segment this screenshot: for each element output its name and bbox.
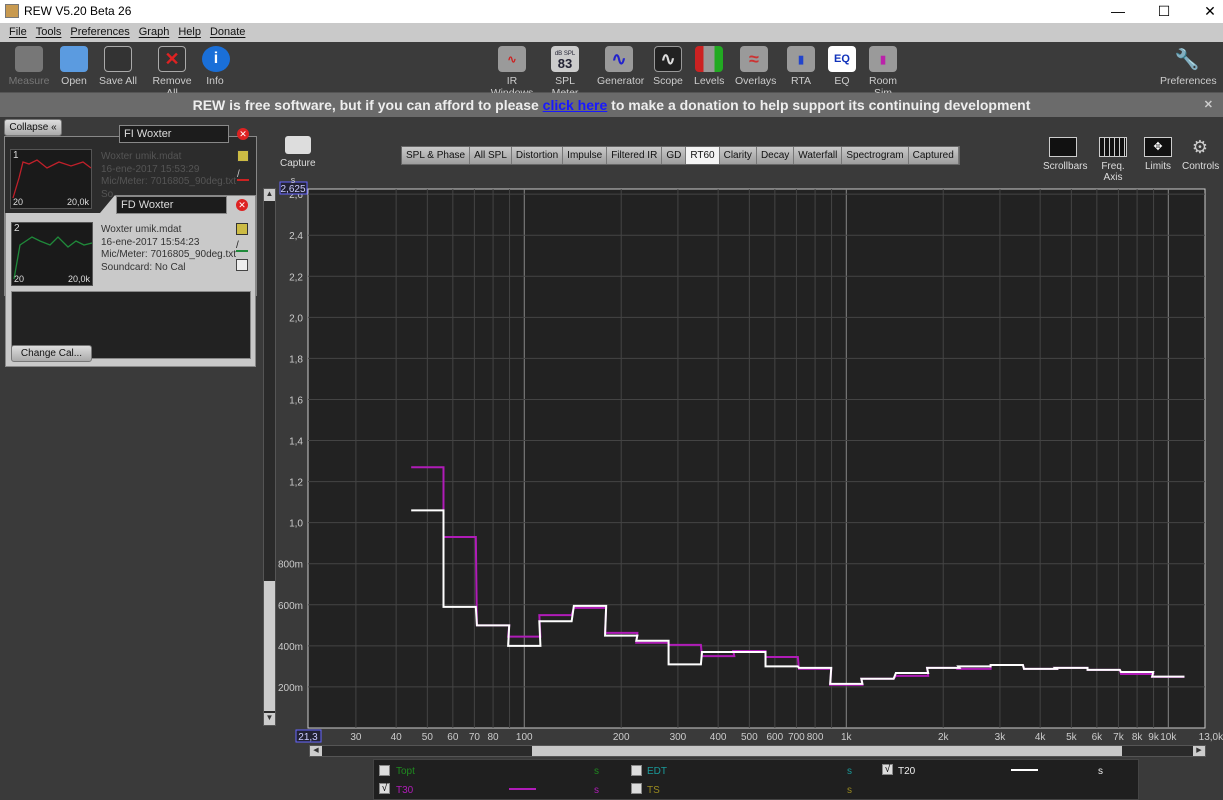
y-tick-label: 1,6	[289, 395, 303, 406]
y-tick-label: 1,4	[289, 437, 303, 448]
x-tick-label: 400	[710, 732, 727, 743]
t30-checkbox[interactable]: √	[379, 783, 390, 794]
t30-line-swatch	[509, 788, 536, 790]
x-tick-label: 8k	[1132, 732, 1144, 743]
x-tick-label: 3k	[995, 732, 1007, 743]
y-tick-label: 1,8	[289, 354, 303, 365]
y-tick-label: 200m	[278, 683, 303, 694]
horizontal-scrollbar[interactable]: ◀ ▶	[309, 745, 1206, 757]
y-tick-label: 800m	[278, 560, 303, 571]
t20-line-swatch	[1011, 769, 1038, 771]
topt-label: Topt	[396, 766, 415, 777]
scroll-right-icon[interactable]: ▶	[1193, 746, 1205, 756]
y-max-label: 2,625	[280, 184, 305, 195]
y-unit-label: s	[291, 175, 296, 185]
x-tick-label: 30	[350, 732, 362, 743]
x-tick-label: 70	[469, 732, 481, 743]
x-tick-label: 40	[391, 732, 403, 743]
x-tick-label: 5k	[1066, 732, 1078, 743]
x-tick-label: 13,0kHz	[1199, 732, 1223, 743]
x-tick-label: 800	[807, 732, 824, 743]
x-tick-label: 100	[516, 732, 533, 743]
y-tick-label: 2,0	[289, 313, 303, 324]
y-tick-label: 2,4	[289, 231, 303, 242]
t30-label: T30	[396, 785, 414, 796]
x-tick-label: 4k	[1035, 732, 1047, 743]
x-tick-label: 6k	[1092, 732, 1104, 743]
x-tick-label: 10k	[1160, 732, 1177, 743]
x-tick-label: 500	[741, 732, 758, 743]
x-tick-label: 700	[788, 732, 805, 743]
y-tick-label: 2,2	[289, 272, 303, 283]
ts-unit: s	[847, 785, 852, 796]
x-tick-label: 80	[488, 732, 500, 743]
x-min-label: 21,3	[298, 732, 318, 743]
x-tick-label: 2k	[938, 732, 950, 743]
x-tick-label: 7k	[1113, 732, 1125, 743]
t20-checkbox[interactable]: √	[882, 764, 893, 775]
topt-unit: s	[594, 766, 599, 777]
x-tick-label: 1k	[841, 732, 853, 743]
x-tick-label: 600	[767, 732, 784, 743]
ts-label: TS	[647, 785, 660, 796]
edt-checkbox[interactable]	[631, 765, 642, 776]
t20-label: T20	[898, 766, 916, 777]
ts-checkbox[interactable]	[631, 783, 642, 794]
horizontal-scroll-thumb[interactable]	[532, 746, 1122, 756]
rt60-chart[interactable]: 200m 400m 600m 800m 1,0 1,2 1,4 1,6 1,8 2,0 2,2 2,4…	[0, 0, 1223, 760]
x-tick-label: 9k	[1148, 732, 1160, 743]
plot-area	[307, 188, 1206, 729]
y-tick-label: 1,2	[289, 478, 303, 489]
x-tick-label: 50	[422, 732, 434, 743]
y-tick-label: 400m	[278, 642, 303, 653]
t20-unit: s	[1098, 766, 1103, 777]
edt-label: EDT	[647, 766, 667, 777]
y-tick-label: 1,0	[289, 519, 303, 530]
x-tick-label: 300	[670, 732, 687, 743]
legend-panel: Topt s EDT s √ T20 s √ T30 s TS s	[373, 759, 1139, 800]
t30-unit: s	[594, 785, 599, 796]
y-tick-label: 600m	[278, 601, 303, 612]
x-tick-label: 200	[613, 732, 630, 743]
scroll-left-icon[interactable]: ◀	[310, 746, 322, 756]
x-tick-label: 60	[447, 732, 459, 743]
topt-checkbox[interactable]	[379, 765, 390, 776]
edt-unit: s	[847, 766, 852, 777]
